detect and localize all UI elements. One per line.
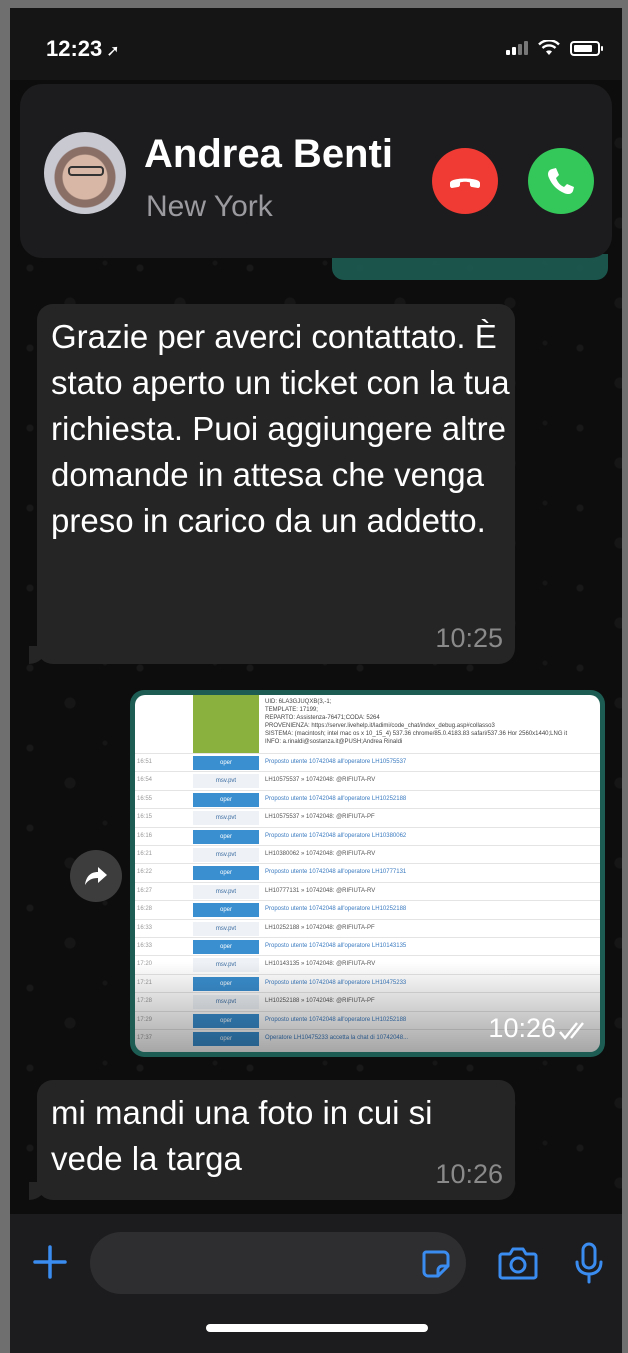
incoming-message-bubble[interactable]: mi mandi una foto in cui si vede la targ… [29,1080,515,1200]
row-badge: oper [193,866,259,881]
battery-icon [570,40,603,56]
status-icons [506,40,603,56]
status-time: 12:23 ➚ [46,36,120,62]
forward-icon [85,867,107,885]
row-time: 16:54 [137,777,153,784]
row-text: Proposto utente 10742048 all'operatore L… [265,795,407,802]
row-time: 16:55 [137,795,153,802]
row-time: 16:51 [137,759,153,765]
sticker-icon[interactable] [420,1248,452,1280]
double-check-icon [559,1022,584,1040]
image-green-block [193,695,259,753]
image-row: 16:51 oper Proposto utente 10742048 all'op… [135,753,600,771]
row-text: Proposto utente 10742048 all'operatore L… [265,759,407,765]
image-header: UID: 6LA3GJUQXB(3,-1; TEMPLATE: 17199; R… [135,695,600,753]
row-time: 16:22 [137,869,153,876]
image-row: 16:27 msv.pvt LH10777131 » 10742048: @RIFI… [135,881,600,900]
row-time: 16:21 [137,851,153,857]
incoming-message-bubble[interactable]: Grazie per averci contattato. È stato ap… [29,304,515,664]
row-badge: msv.pvt [193,774,259,789]
row-time: 16:33 [137,943,153,949]
message-text: Grazie per averci contattato. È stato ap… [51,318,510,539]
caller-name: Andrea Benti [144,132,393,176]
signal-icon [506,41,528,55]
message-time: 10:26 [435,1159,503,1189]
row-text: Proposto utente 10742048 all'operatore L… [265,832,407,839]
image-time: 10:26 [488,1013,556,1043]
row-text: Proposto utente 10742048 all'operatore L… [265,943,407,949]
phone-icon [548,168,574,195]
message-input-bar [10,1214,622,1353]
camera-icon[interactable] [498,1244,538,1282]
row-badge: oper [193,829,259,844]
row-badge: oper [193,756,259,770]
status-bar: 12:23 ➚ [10,8,622,80]
row-text: LH10777131 » 10742048: @RIFIUTA-RV [265,887,376,894]
clock: 12:23 [46,36,103,61]
location-icon: ➚ [106,43,120,60]
row-time: 16:27 [137,887,153,894]
plus-icon[interactable] [30,1242,70,1282]
row-badge: oper [193,903,259,918]
image-row: 16:28 oper Proposto utente 10742048 all'op… [135,900,600,918]
row-time: 16:16 [137,832,153,839]
image-row: 16:55 oper Proposto utente 10742048 all'op… [135,789,600,808]
image-row: 16:21 msv.pvt LH10380062 » 10742048: @RIFI… [135,845,600,863]
incoming-call-banner[interactable]: Andrea Benti New York [20,84,612,258]
row-text: Proposto utente 10742048 all'operatore L… [265,906,407,913]
phone-screen: 12:23 ➚ Andrea Benti New York Grazie per… [10,8,622,1353]
microphone-icon[interactable] [574,1242,604,1284]
row-text: LH10575537 » 10742048: @RIFIUTA-RV [265,777,376,784]
message-input[interactable] [90,1232,466,1294]
image-message-bubble[interactable]: UID: 6LA3GJUQXB(3,-1; TEMPLATE: 17199; R… [130,690,605,1057]
message-text: mi mandi una foto in cui si vede la targ… [51,1094,433,1177]
row-text: LH10575537 » 10742048: @RIFIUTA-PF [265,814,375,821]
image-row: 16:54 msv.pvt LH10575537 » 10742048: @RIFI… [135,771,600,789]
row-time: 16:33 [137,924,153,931]
image-row: 16:22 oper Proposto utente 10742048 all'op… [135,863,600,881]
message-time: 10:25 [435,623,503,653]
caller-location: New York [146,190,273,223]
image-row: 16:15 msv.pvt LH10575537 » 10742048: @RIFI… [135,808,600,826]
image-header-text: UID: 6LA3GJUQXB(3,-1; TEMPLATE: 17199; R… [265,699,568,745]
row-text: LH10252188 » 10742048: @RIFIUTA-PF [265,924,375,931]
image-row: 16:16 oper Proposto utente 10742048 all'op… [135,826,600,845]
row-text: Proposto utente 10742048 all'operatore L… [265,869,407,876]
accept-call-button[interactable] [528,148,594,214]
home-indicator[interactable] [206,1324,428,1332]
row-badge: msv.pvt [193,884,259,899]
phone-down-icon [450,178,480,188]
row-badge: msv.pvt [193,921,259,936]
row-badge: oper [193,940,259,954]
image-row: 16:33 oper Proposto utente 10742048 all'op… [135,937,600,955]
screenshot-image[interactable]: UID: 6LA3GJUQXB(3,-1; TEMPLATE: 17199; R… [135,695,600,1052]
row-time: 16:15 [137,814,153,821]
decline-call-button[interactable] [432,148,498,214]
row-text: LH10380062 » 10742048: @RIFIUTA-RV [265,851,376,857]
row-time: 16:28 [137,906,153,913]
avatar [44,132,126,214]
forward-button[interactable] [70,850,122,902]
row-badge: msv.pvt [193,848,259,862]
row-badge: msv.pvt [193,811,259,826]
wifi-icon [538,40,560,55]
image-row: 16:33 msv.pvt LH10252188 » 10742048: @RIFI… [135,918,600,937]
row-badge: oper [193,792,259,807]
